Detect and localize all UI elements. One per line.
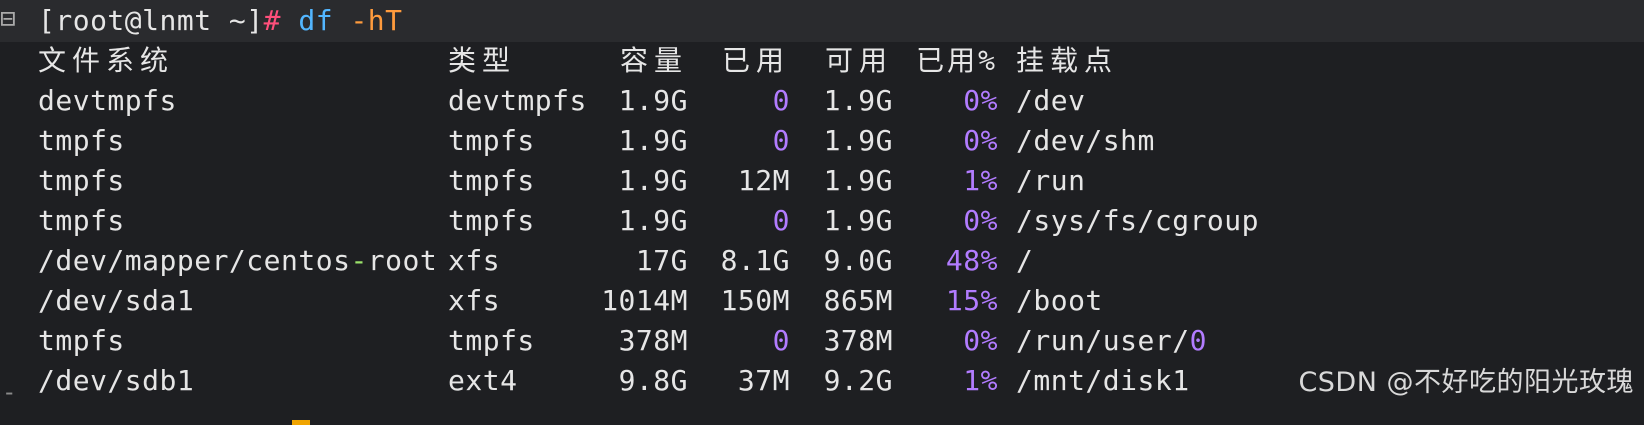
row-filesystem: devtmpfs [38, 84, 177, 117]
row-filesystem: tmpfs [38, 204, 125, 237]
row-mount: /dev [1016, 84, 1086, 117]
row-filesystem: tmpfs [38, 164, 125, 197]
row-use-percent: 15% [945, 284, 998, 317]
row-use-percent: 1% [963, 364, 998, 397]
table-row: tmpfs tmpfs 1.9G 0 1.9G 0% /dev/shm [0, 122, 1644, 160]
prompt-user-host: [root@lnmt ~] [38, 4, 264, 37]
row-filesystem: /dev/sda1 [38, 284, 195, 317]
row-filesystem-path: /dev/mapper/centos [38, 244, 351, 277]
row-use-percent: 0% [963, 204, 998, 237]
row-size: 1.9G [618, 164, 688, 197]
row-used: 8.1G [720, 244, 790, 277]
row-type: tmpfs [448, 124, 535, 157]
command-name: df [298, 4, 334, 37]
table-row: tmpfs tmpfs 1.9G 12M 1.9G 1% /run [0, 162, 1644, 200]
terminal-window[interactable]: ⊟ [root@lnmt ~]# df -hT 文件系统 类型 容量 已用 可用… [0, 0, 1644, 425]
table-row: tmpfs tmpfs 378M 0 378M 0% /run/user/0 [0, 322, 1644, 360]
table-row: /dev/mapper/centos-root xfs 17G 8.1G 9.0… [0, 242, 1644, 280]
row-used: 0 [772, 204, 790, 237]
row-used: 0 [772, 84, 790, 117]
row-filesystem: tmpfs [38, 124, 125, 157]
row-use-percent: 0% [963, 84, 998, 117]
row-mount: /mnt/disk1 [1016, 364, 1190, 397]
watermark: CSDN @不好吃的阳光玫瑰 [1298, 367, 1634, 398]
row-avail: 865M [823, 284, 893, 317]
row-mount: /dev/shm [1016, 124, 1155, 157]
row-mount: /run/user/0 [1016, 322, 1207, 360]
row-use-percent: 0% [963, 124, 998, 157]
row-filesystem: /dev/mapper/centos-root [38, 242, 437, 280]
table-header: 文件系统 类型 容量 已用 可用 已用% 挂载点 [0, 42, 1644, 80]
header-use-percent: 已用% [916, 44, 998, 77]
row-size: 1014M [601, 284, 688, 317]
header-used: 已用 [721, 44, 790, 77]
text-cursor [292, 420, 310, 425]
row-type: xfs [448, 244, 501, 277]
row-type: tmpfs [448, 164, 535, 197]
row-type: ext4 [448, 364, 518, 397]
row-mount-path: /run/user/ [1016, 324, 1190, 357]
row-type: tmpfs [448, 204, 535, 237]
row-use-percent: 0% [963, 324, 998, 357]
header-size: 容量 [619, 44, 688, 77]
row-size: 1.9G [618, 84, 688, 117]
row-avail: 1.9G [823, 124, 893, 157]
fold-marker-icon[interactable]: ⊟ [0, 4, 16, 34]
prompt-symbol: # [263, 4, 282, 37]
row-size: 378M [618, 324, 688, 357]
header-mounted-on: 挂载点 [1016, 44, 1119, 77]
row-avail: 1.9G [823, 164, 893, 197]
row-mount: /boot [1016, 284, 1103, 317]
row-mount: /run [1016, 164, 1086, 197]
row-size: 1.9G [618, 124, 688, 157]
row-size: 9.8G [618, 364, 688, 397]
row-filesystem-suffix: root [367, 244, 438, 277]
command-args: -hT [350, 4, 403, 37]
row-used: 0 [772, 124, 790, 157]
row-filesystem: tmpfs [38, 324, 125, 357]
table-row: tmpfs tmpfs 1.9G 0 1.9G 0% /sys/fs/cgrou… [0, 202, 1644, 240]
row-use-percent: 1% [963, 164, 998, 197]
row-size: 1.9G [618, 204, 688, 237]
row-used: 12M [737, 164, 790, 197]
row-size: 17G [635, 244, 688, 277]
row-use-percent: 48% [945, 244, 998, 277]
prompt-line: [root@lnmt ~]# df -hT [38, 2, 403, 40]
header-type: 类型 [448, 44, 517, 77]
table-row: /dev/sda1 xfs 1014M 150M 865M 15% /boot [0, 282, 1644, 320]
row-filesystem-dash: - [350, 244, 368, 277]
row-mount: / [1016, 244, 1034, 277]
row-avail: 1.9G [823, 204, 893, 237]
header-filesystem: 文件系统 [38, 44, 175, 77]
row-used: 0 [772, 324, 790, 357]
row-filesystem: /dev/sdb1 [38, 364, 195, 397]
row-mount: /sys/fs/cgroup [1016, 204, 1260, 237]
row-avail: 9.2G [823, 364, 893, 397]
row-avail: 9.0G [823, 244, 893, 277]
row-avail: 1.9G [823, 84, 893, 117]
row-used: 37M [737, 364, 790, 397]
row-type: xfs [448, 284, 501, 317]
header-avail: 可用 [824, 44, 893, 77]
row-avail: 378M [823, 324, 893, 357]
table-row: devtmpfs devtmpfs 1.9G 0 1.9G 0% /dev [0, 82, 1644, 120]
row-mount-uid: 0 [1189, 324, 1207, 357]
gutter-dash-icon: - [2, 378, 17, 406]
row-type: devtmpfs [448, 84, 587, 117]
row-type: tmpfs [448, 324, 535, 357]
row-used: 150M [720, 284, 790, 317]
